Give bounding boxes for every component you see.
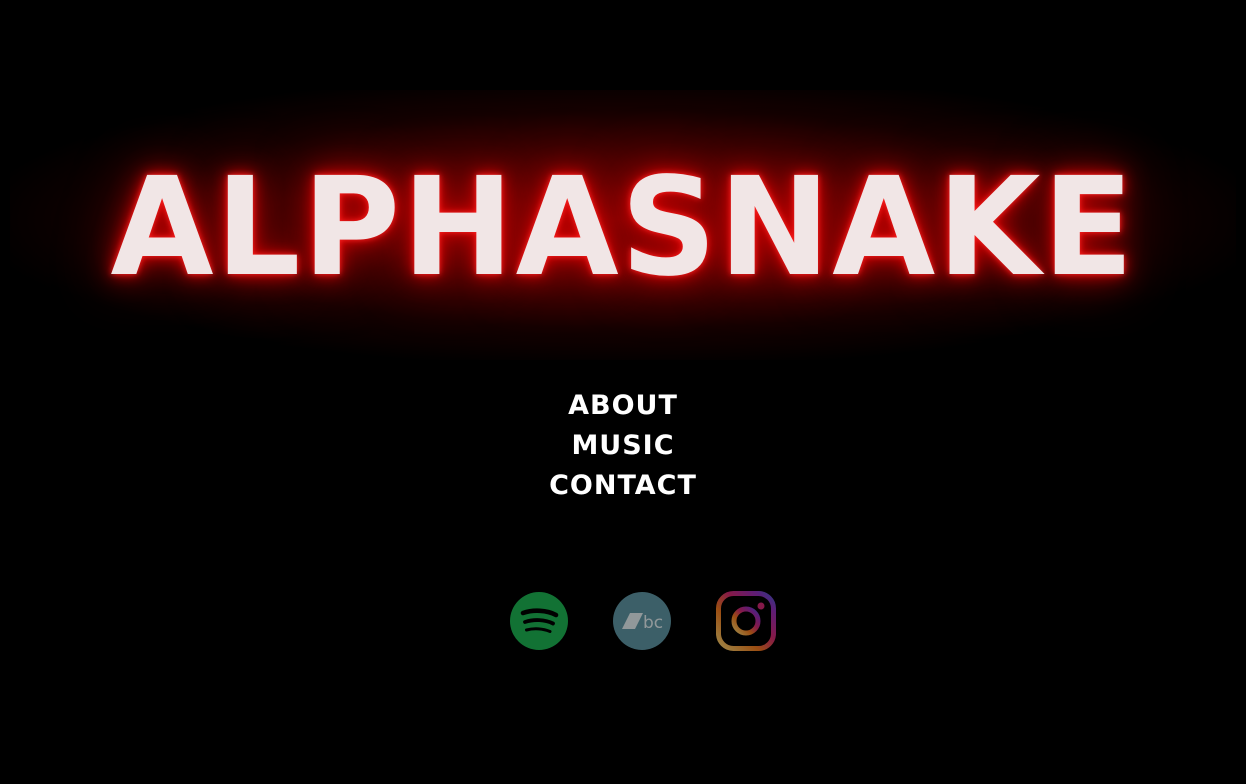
nav-contact-link[interactable]: CONTACT [513, 466, 733, 506]
main-nav: ABOUT MUSIC CONTACT [0, 386, 1246, 506]
spotify-link[interactable] [509, 591, 569, 651]
nav-about-link[interactable]: ABOUT [513, 386, 733, 426]
instagram-icon [716, 591, 776, 651]
bandcamp-link[interactable]: bc [612, 591, 672, 651]
bandcamp-text: bc [643, 613, 663, 633]
bandcamp-icon: bc [613, 592, 671, 650]
nav-music-link[interactable]: MUSIC [513, 426, 733, 466]
site-logo[interactable]: ALPHASNAKE [12, 158, 1233, 298]
instagram-link[interactable] [716, 591, 776, 651]
spotify-icon [510, 592, 568, 650]
page: ALPHASNAKE ABOUT MUSIC CONTACT bc [0, 0, 1246, 784]
social-links: bc [0, 591, 1246, 651]
